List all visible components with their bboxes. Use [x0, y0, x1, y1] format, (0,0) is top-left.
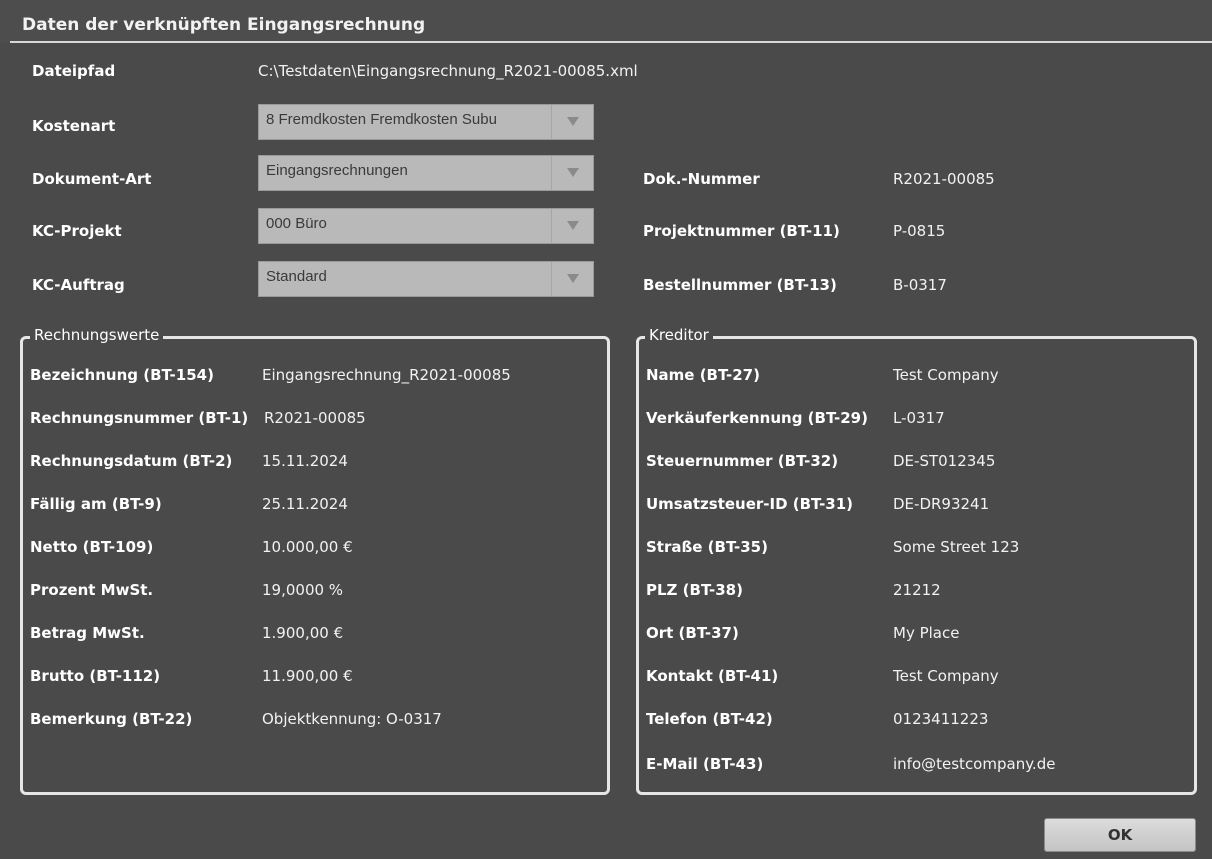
- rw-label-rechnungsnummer: Rechnungsnummer (BT-1): [30, 409, 249, 427]
- kr-value-ort: My Place: [893, 624, 960, 642]
- rw-label-bezeichnung: Bezeichnung (BT-154): [30, 366, 214, 384]
- rw-value-prozent-mwst: 19,0000 %: [262, 581, 344, 599]
- dateipfad-label: Dateipfad: [32, 62, 116, 80]
- kreditor-title: Kreditor: [645, 326, 713, 344]
- chevron-down-icon: [567, 274, 579, 283]
- rw-value-faellig: 25.11.2024: [262, 495, 348, 513]
- kr-value-name: Test Company: [893, 366, 999, 384]
- rw-value-bemerkung: Objektkennung: O-0317: [262, 710, 442, 728]
- chevron-down-icon: [567, 117, 579, 126]
- kr-value-kontakt: Test Company: [893, 667, 999, 685]
- kr-value-telefon: 0123411223: [893, 710, 989, 728]
- rw-value-rechnungsdatum: 15.11.2024: [262, 452, 348, 470]
- bestellnummer-value: B-0317: [893, 276, 947, 294]
- rw-label-netto: Netto (BT-109): [30, 538, 154, 556]
- kr-label-telefon: Telefon (BT-42): [646, 710, 773, 728]
- rw-label-brutto: Brutto (BT-112): [30, 667, 161, 685]
- projektnummer-value: P-0815: [893, 222, 946, 240]
- kostenart-select[interactable]: 8 Fremdkosten Fremdkosten Subu: [258, 104, 594, 140]
- kcauftrag-label: KC-Auftrag: [32, 276, 125, 294]
- dokumentart-dropdown-button[interactable]: [551, 156, 593, 190]
- kr-label-umsatzsteuer-id: Umsatzsteuer-ID (BT-31): [646, 495, 854, 513]
- doknummer-value: R2021-00085: [893, 170, 995, 188]
- rw-label-betrag-mwst: Betrag MwSt.: [30, 624, 145, 642]
- kr-value-steuernummer: DE-ST012345: [893, 452, 996, 470]
- kcauftrag-dropdown-button[interactable]: [551, 262, 593, 296]
- kr-label-plz: PLZ (BT-38): [646, 581, 743, 599]
- rw-label-faellig: Fällig am (BT-9): [30, 495, 162, 513]
- kr-value-umsatzsteuer-id: DE-DR93241: [893, 495, 990, 513]
- kr-label-strasse: Straße (BT-35): [646, 538, 768, 556]
- kcprojekt-select[interactable]: 000 Büro: [258, 208, 594, 244]
- kr-label-verkaeuferkennung: Verkäuferkennung (BT-29): [646, 409, 868, 427]
- kostenart-selected-value: 8 Fremdkosten Fremdkosten Subu: [266, 111, 497, 128]
- rw-label-rechnungsdatum: Rechnungsdatum (BT-2): [30, 452, 233, 470]
- chevron-down-icon: [567, 168, 579, 177]
- rw-value-rechnungsnummer: R2021-00085: [264, 409, 366, 427]
- kcprojekt-dropdown-button[interactable]: [551, 209, 593, 243]
- kostenart-label: Kostenart: [32, 117, 116, 135]
- projektnummer-label: Projektnummer (BT-11): [643, 222, 840, 240]
- kcauftrag-selected-value: Standard: [266, 268, 327, 285]
- kcauftrag-select[interactable]: Standard: [258, 261, 594, 297]
- kr-label-ort: Ort (BT-37): [646, 624, 739, 642]
- dateipfad-value: C:\Testdaten\Eingangsrechnung_R2021-0008…: [258, 62, 638, 80]
- kr-value-verkaeuferkennung: L-0317: [893, 409, 945, 427]
- title-bar: Daten der verknüpften Eingangsrechnung: [0, 0, 1212, 43]
- rechnungswerte-title: Rechnungswerte: [30, 326, 164, 344]
- bestellnummer-label: Bestellnummer (BT-13): [643, 276, 837, 294]
- dokumentart-select[interactable]: Eingangsrechnungen: [258, 155, 594, 191]
- window-title: Daten der verknüpften Eingangsrechnung: [22, 15, 426, 35]
- rw-value-bezeichnung: Eingangsrechnung_R2021-00085: [262, 366, 511, 384]
- rw-value-brutto: 11.900,00 €: [262, 667, 353, 685]
- kr-label-steuernummer: Steuernummer (BT-32): [646, 452, 839, 470]
- kr-label-kontakt: Kontakt (BT-41): [646, 667, 779, 685]
- kostenart-dropdown-button[interactable]: [551, 105, 593, 139]
- kr-value-strasse: Some Street 123: [893, 538, 1020, 556]
- kr-label-email: E-Mail (BT-43): [646, 755, 764, 773]
- ok-button[interactable]: OK: [1044, 818, 1196, 852]
- dokumentart-label: Dokument-Art: [32, 170, 152, 188]
- chevron-down-icon: [567, 221, 579, 230]
- rw-value-betrag-mwst: 1.900,00 €: [262, 624, 344, 642]
- kr-value-plz: 21212: [893, 581, 941, 599]
- kcprojekt-label: KC-Projekt: [32, 222, 122, 240]
- rw-value-netto: 10.000,00 €: [262, 538, 353, 556]
- title-divider: [10, 41, 1212, 43]
- kcprojekt-selected-value: 000 Büro: [266, 215, 327, 232]
- kr-label-name: Name (BT-27): [646, 366, 760, 384]
- doknummer-label: Dok.-Nummer: [643, 170, 760, 188]
- kr-value-email: info@testcompany.de: [893, 755, 1056, 773]
- dokumentart-selected-value: Eingangsrechnungen: [266, 162, 408, 179]
- rw-label-bemerkung: Bemerkung (BT-22): [30, 710, 193, 728]
- rw-label-prozent-mwst: Prozent MwSt.: [30, 581, 154, 599]
